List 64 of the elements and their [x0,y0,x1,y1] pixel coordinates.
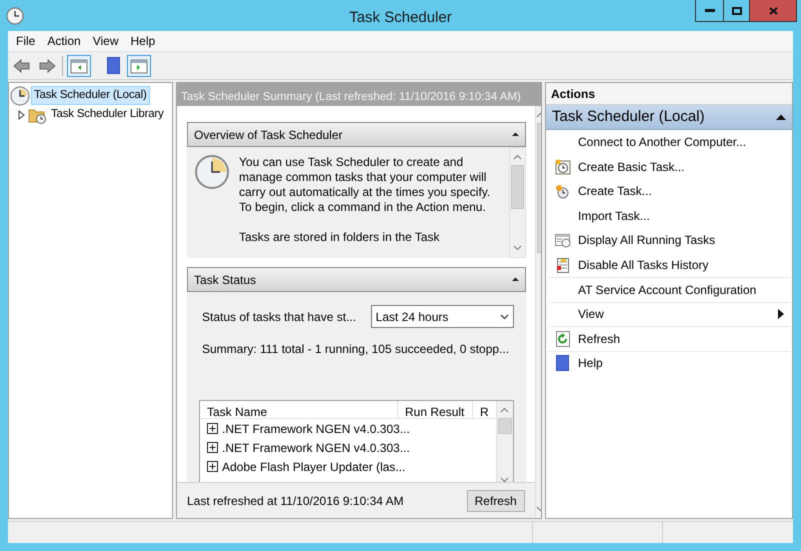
window-clock-icon [555,232,571,248]
forward-icon [38,58,56,74]
clock-icon [6,7,24,25]
table-cell-text: .NET Framework NGEN v4.0.303... [222,440,410,456]
last-refreshed-text: Last refreshed at 11/10/2016 9:10:34 AM [187,492,404,510]
close-button[interactable] [750,0,796,21]
summary-header: Task Scheduler Summary (Last refreshed: 11/10/2016 9:10:34 AM) [181,91,521,103]
column-header[interactable]: Task Name [200,401,398,418]
time-range-dropdown[interactable]: Last 24 hours [370,305,514,328]
expand-icon[interactable] [207,423,218,434]
show-pane-button[interactable] [67,54,91,76]
action-pane-icon [130,58,148,74]
help-icon [555,355,571,372]
notepad-icon [555,256,571,273]
minimize-icon [704,9,714,12]
action-pane-button[interactable] [127,54,151,76]
column-header[interactable]: R [473,401,496,418]
menu-item[interactable]: View [86,32,124,50]
section-header[interactable]: Overview of Task Scheduler [187,122,526,147]
command-link[interactable]: Help [548,350,790,375]
table-cell-text: Adobe Flash Player Updater (las... [222,458,406,476]
command-link[interactable]: AT Service Account Configuration [548,277,790,302]
tree-item[interactable]: Task Scheduler Library [48,104,167,124]
calendar-clock-icon [555,158,571,175]
tree-item[interactable]: Task Scheduler (Local) [31,86,150,106]
menu-item[interactable]: Help [124,32,162,50]
section-title: Overview of Task Scheduler [194,126,343,144]
command-link[interactable]: Import Task... [548,204,790,228]
help-icon [106,57,120,74]
command-link[interactable]: Display All Running Tasks [548,228,790,252]
refresh-button[interactable]: Refresh [466,490,525,512]
refresh-icon [555,330,571,347]
command-link[interactable]: Connect to Another Computer... [548,130,790,154]
status-summary: Summary: 111 total - 1 running, 105 succeeded, 0 stopp... [201,341,510,358]
actions-group-header[interactable]: Task Scheduler (Local) [546,105,792,130]
window-title: Task Scheduler [349,8,452,28]
dropdown-value: Last 24 hours [376,308,448,326]
group-title: Task Scheduler (Local) [552,106,705,127]
command-link[interactable]: Refresh [548,326,790,350]
clock-icon [10,86,30,106]
show-pane-icon [70,58,88,74]
overview-text: You can use Task Scheduler to create and manage common tasks that your computer will carry out automatically at the times you specify. To begin, click a command in the Action menu. [239,155,492,215]
back-icon [12,58,30,74]
table-cell-text: .NET Framework NGEN v4.0.303... [222,420,410,438]
submenu-arrow-icon [778,309,784,320]
menu-item[interactable]: File [10,32,42,50]
column-header[interactable]: Run Result [398,401,473,418]
command-link[interactable]: Create Task... [548,179,790,204]
maximize-icon [732,6,742,14]
menu-item[interactable]: Action [41,32,87,50]
actions-title: Actions [546,83,792,105]
section-header[interactable]: Task Status [187,267,526,292]
expand-icon[interactable] [207,442,218,453]
close-icon [768,6,778,14]
filter-label: Status of tasks that have st... [201,308,356,326]
command-link[interactable]: View [548,302,790,326]
overview-text: Tasks are stored in folders in the Task [239,230,441,245]
expand-arrow-icon[interactable] [16,110,26,120]
clock-star-icon [555,183,571,200]
command-link[interactable]: Create Basic Task... [548,154,790,179]
command-link[interactable]: Disable All Tasks History [548,252,790,277]
expand-icon[interactable] [207,461,218,472]
section-title: Task Status [194,272,256,288]
clock-icon [195,155,229,189]
